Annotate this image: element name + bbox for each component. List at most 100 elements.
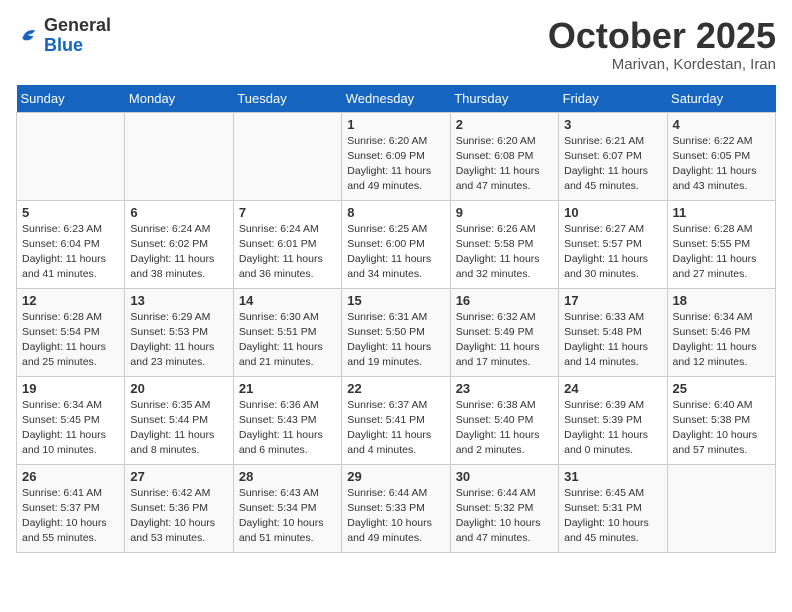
calendar-cell: 27Sunrise: 6:42 AMSunset: 5:36 PMDayligh… bbox=[125, 464, 233, 552]
calendar-cell: 19 Sunrise: 6:34 AMSunset: 5:45 PMDayligh… bbox=[17, 376, 125, 464]
day-info: Sunrise: 6:32 AMSunset: 5:49 PMDaylight:… bbox=[456, 310, 553, 371]
weekday-header-monday: Monday bbox=[125, 85, 233, 113]
day-info: Sunrise: 6:34 AMSunset: 5:45 PMDaylight:… bbox=[22, 398, 119, 459]
day-info: Sunrise: 6:24 AMSunset: 6:01 PMDaylight:… bbox=[239, 222, 336, 283]
calendar-subtitle: Marivan, Kordestan, Iran bbox=[548, 56, 776, 73]
calendar-cell: 31 Sunrise: 6:45 AMSunset: 5:31 PMDayligh… bbox=[559, 464, 667, 552]
calendar-cell: 6 Sunrise: 6:24 AMSunset: 6:02 PMDaylight… bbox=[125, 200, 233, 288]
day-info: Sunrise: 6:25 AMSunset: 6:00 PMDaylight:… bbox=[347, 222, 444, 283]
calendar-cell: 25Sunrise: 6:40 AMSunset: 5:38 PMDayligh… bbox=[667, 376, 775, 464]
day-info: Sunrise: 6:29 AMSunset: 5:53 PMDaylight:… bbox=[130, 310, 227, 371]
day-info: Sunrise: 6:35 AMSunset: 5:44 PMDaylight:… bbox=[130, 398, 227, 459]
title-block: October 2025 Marivan, Kordestan, Iran bbox=[548, 16, 776, 73]
day-number: 22 bbox=[347, 381, 444, 396]
calendar-cell: 5 Sunrise: 6:23 AMSunset: 6:04 PMDaylight… bbox=[17, 200, 125, 288]
day-info: Sunrise: 6:44 AMSunset: 5:33 PMDaylight:… bbox=[347, 486, 444, 547]
calendar-cell: 21 Sunrise: 6:36 AMSunset: 5:43 PMDayligh… bbox=[233, 376, 341, 464]
day-number: 8 bbox=[347, 205, 444, 220]
day-number: 1 bbox=[347, 117, 444, 132]
weekday-header-friday: Friday bbox=[559, 85, 667, 113]
day-number: 3 bbox=[564, 117, 661, 132]
calendar-cell: 15 Sunrise: 6:31 AMSunset: 5:50 PMDayligh… bbox=[342, 288, 450, 376]
calendar-cell: 12Sunrise: 6:28 AMSunset: 5:54 PMDayligh… bbox=[17, 288, 125, 376]
calendar-cell: 18Sunrise: 6:34 AMSunset: 5:46 PMDayligh… bbox=[667, 288, 775, 376]
day-info: Sunrise: 6:45 AMSunset: 5:31 PMDaylight:… bbox=[564, 486, 661, 547]
logo-general-text: General bbox=[44, 15, 111, 35]
day-number: 31 bbox=[564, 469, 661, 484]
calendar-cell: 4 Sunrise: 6:22 AMSunset: 6:05 PMDaylight… bbox=[667, 112, 775, 200]
calendar-cell: 26Sunrise: 6:41 AMSunset: 5:37 PMDayligh… bbox=[17, 464, 125, 552]
day-number: 26 bbox=[22, 469, 119, 484]
calendar-week-1: 1Sunrise: 6:20 AMSunset: 6:09 PMDaylight… bbox=[17, 112, 776, 200]
calendar-cell: 10Sunrise: 6:27 AMSunset: 5:57 PMDayligh… bbox=[559, 200, 667, 288]
calendar-body: 1Sunrise: 6:20 AMSunset: 6:09 PMDaylight… bbox=[17, 112, 776, 552]
calendar-cell: 8 Sunrise: 6:25 AMSunset: 6:00 PMDaylight… bbox=[342, 200, 450, 288]
logo: General Blue bbox=[16, 16, 111, 56]
day-number: 10 bbox=[564, 205, 661, 220]
day-info: Sunrise: 6:20 AMSunset: 6:08 PMDaylight:… bbox=[456, 134, 553, 195]
day-number: 21 bbox=[239, 381, 336, 396]
calendar-cell: 29 Sunrise: 6:44 AMSunset: 5:33 PMDayligh… bbox=[342, 464, 450, 552]
calendar-cell: 7Sunrise: 6:24 AMSunset: 6:01 PMDaylight… bbox=[233, 200, 341, 288]
calendar-header: SundayMondayTuesdayWednesdayThursdayFrid… bbox=[17, 85, 776, 113]
day-number: 20 bbox=[130, 381, 227, 396]
day-number: 2 bbox=[456, 117, 553, 132]
day-info: Sunrise: 6:26 AMSunset: 5:58 PMDaylight:… bbox=[456, 222, 553, 283]
weekday-header-row: SundayMondayTuesdayWednesdayThursdayFrid… bbox=[17, 85, 776, 113]
calendar-cell: 17 Sunrise: 6:33 AMSunset: 5:48 PMDayligh… bbox=[559, 288, 667, 376]
calendar-cell: 2 Sunrise: 6:20 AMSunset: 6:08 PMDaylight… bbox=[450, 112, 558, 200]
day-info: Sunrise: 6:30 AMSunset: 5:51 PMDaylight:… bbox=[239, 310, 336, 371]
day-info: Sunrise: 6:31 AMSunset: 5:50 PMDaylight:… bbox=[347, 310, 444, 371]
day-number: 14 bbox=[239, 293, 336, 308]
day-number: 17 bbox=[564, 293, 661, 308]
day-info: Sunrise: 6:42 AMSunset: 5:36 PMDaylight:… bbox=[130, 486, 227, 547]
day-info: Sunrise: 6:22 AMSunset: 6:05 PMDaylight:… bbox=[673, 134, 770, 195]
calendar-cell: 14 Sunrise: 6:30 AMSunset: 5:51 PMDayligh… bbox=[233, 288, 341, 376]
calendar-table: SundayMondayTuesdayWednesdayThursdayFrid… bbox=[16, 85, 776, 553]
calendar-cell: 11 Sunrise: 6:28 AMSunset: 5:55 PMDayligh… bbox=[667, 200, 775, 288]
day-number: 18 bbox=[673, 293, 770, 308]
day-number: 11 bbox=[673, 205, 770, 220]
day-number: 19 bbox=[22, 381, 119, 396]
day-number: 28 bbox=[239, 469, 336, 484]
day-info: Sunrise: 6:23 AMSunset: 6:04 PMDaylight:… bbox=[22, 222, 119, 283]
day-info: Sunrise: 6:24 AMSunset: 6:02 PMDaylight:… bbox=[130, 222, 227, 283]
day-number: 15 bbox=[347, 293, 444, 308]
day-info: Sunrise: 6:39 AMSunset: 5:39 PMDaylight:… bbox=[564, 398, 661, 459]
logo-bird-icon bbox=[16, 24, 40, 48]
calendar-cell bbox=[667, 464, 775, 552]
day-number: 9 bbox=[456, 205, 553, 220]
calendar-title: October 2025 bbox=[548, 16, 776, 56]
day-number: 6 bbox=[130, 205, 227, 220]
weekday-header-saturday: Saturday bbox=[667, 85, 775, 113]
calendar-week-4: 19 Sunrise: 6:34 AMSunset: 5:45 PMDayligh… bbox=[17, 376, 776, 464]
day-number: 5 bbox=[22, 205, 119, 220]
logo-blue-text: Blue bbox=[44, 35, 83, 55]
day-info: Sunrise: 6:28 AMSunset: 5:55 PMDaylight:… bbox=[673, 222, 770, 283]
day-number: 24 bbox=[564, 381, 661, 396]
day-info: Sunrise: 6:44 AMSunset: 5:32 PMDaylight:… bbox=[456, 486, 553, 547]
calendar-week-5: 26Sunrise: 6:41 AMSunset: 5:37 PMDayligh… bbox=[17, 464, 776, 552]
calendar-cell: 24 Sunrise: 6:39 AMSunset: 5:39 PMDayligh… bbox=[559, 376, 667, 464]
day-number: 23 bbox=[456, 381, 553, 396]
calendar-week-2: 5 Sunrise: 6:23 AMSunset: 6:04 PMDaylight… bbox=[17, 200, 776, 288]
day-info: Sunrise: 6:36 AMSunset: 5:43 PMDaylight:… bbox=[239, 398, 336, 459]
calendar-cell: 9 Sunrise: 6:26 AMSunset: 5:58 PMDaylight… bbox=[450, 200, 558, 288]
calendar-cell: 30 Sunrise: 6:44 AMSunset: 5:32 PMDayligh… bbox=[450, 464, 558, 552]
calendar-week-3: 12Sunrise: 6:28 AMSunset: 5:54 PMDayligh… bbox=[17, 288, 776, 376]
weekday-header-thursday: Thursday bbox=[450, 85, 558, 113]
day-info: Sunrise: 6:21 AMSunset: 6:07 PMDaylight:… bbox=[564, 134, 661, 195]
day-number: 4 bbox=[673, 117, 770, 132]
weekday-header-sunday: Sunday bbox=[17, 85, 125, 113]
day-info: Sunrise: 6:43 AMSunset: 5:34 PMDaylight:… bbox=[239, 486, 336, 547]
calendar-cell bbox=[17, 112, 125, 200]
day-number: 13 bbox=[130, 293, 227, 308]
calendar-cell: 20 Sunrise: 6:35 AMSunset: 5:44 PMDayligh… bbox=[125, 376, 233, 464]
day-number: 29 bbox=[347, 469, 444, 484]
day-info: Sunrise: 6:28 AMSunset: 5:54 PMDaylight:… bbox=[22, 310, 119, 371]
day-info: Sunrise: 6:33 AMSunset: 5:48 PMDaylight:… bbox=[564, 310, 661, 371]
calendar-cell: 28 Sunrise: 6:43 AMSunset: 5:34 PMDayligh… bbox=[233, 464, 341, 552]
weekday-header-wednesday: Wednesday bbox=[342, 85, 450, 113]
day-number: 30 bbox=[456, 469, 553, 484]
calendar-cell: 22Sunrise: 6:37 AMSunset: 5:41 PMDayligh… bbox=[342, 376, 450, 464]
